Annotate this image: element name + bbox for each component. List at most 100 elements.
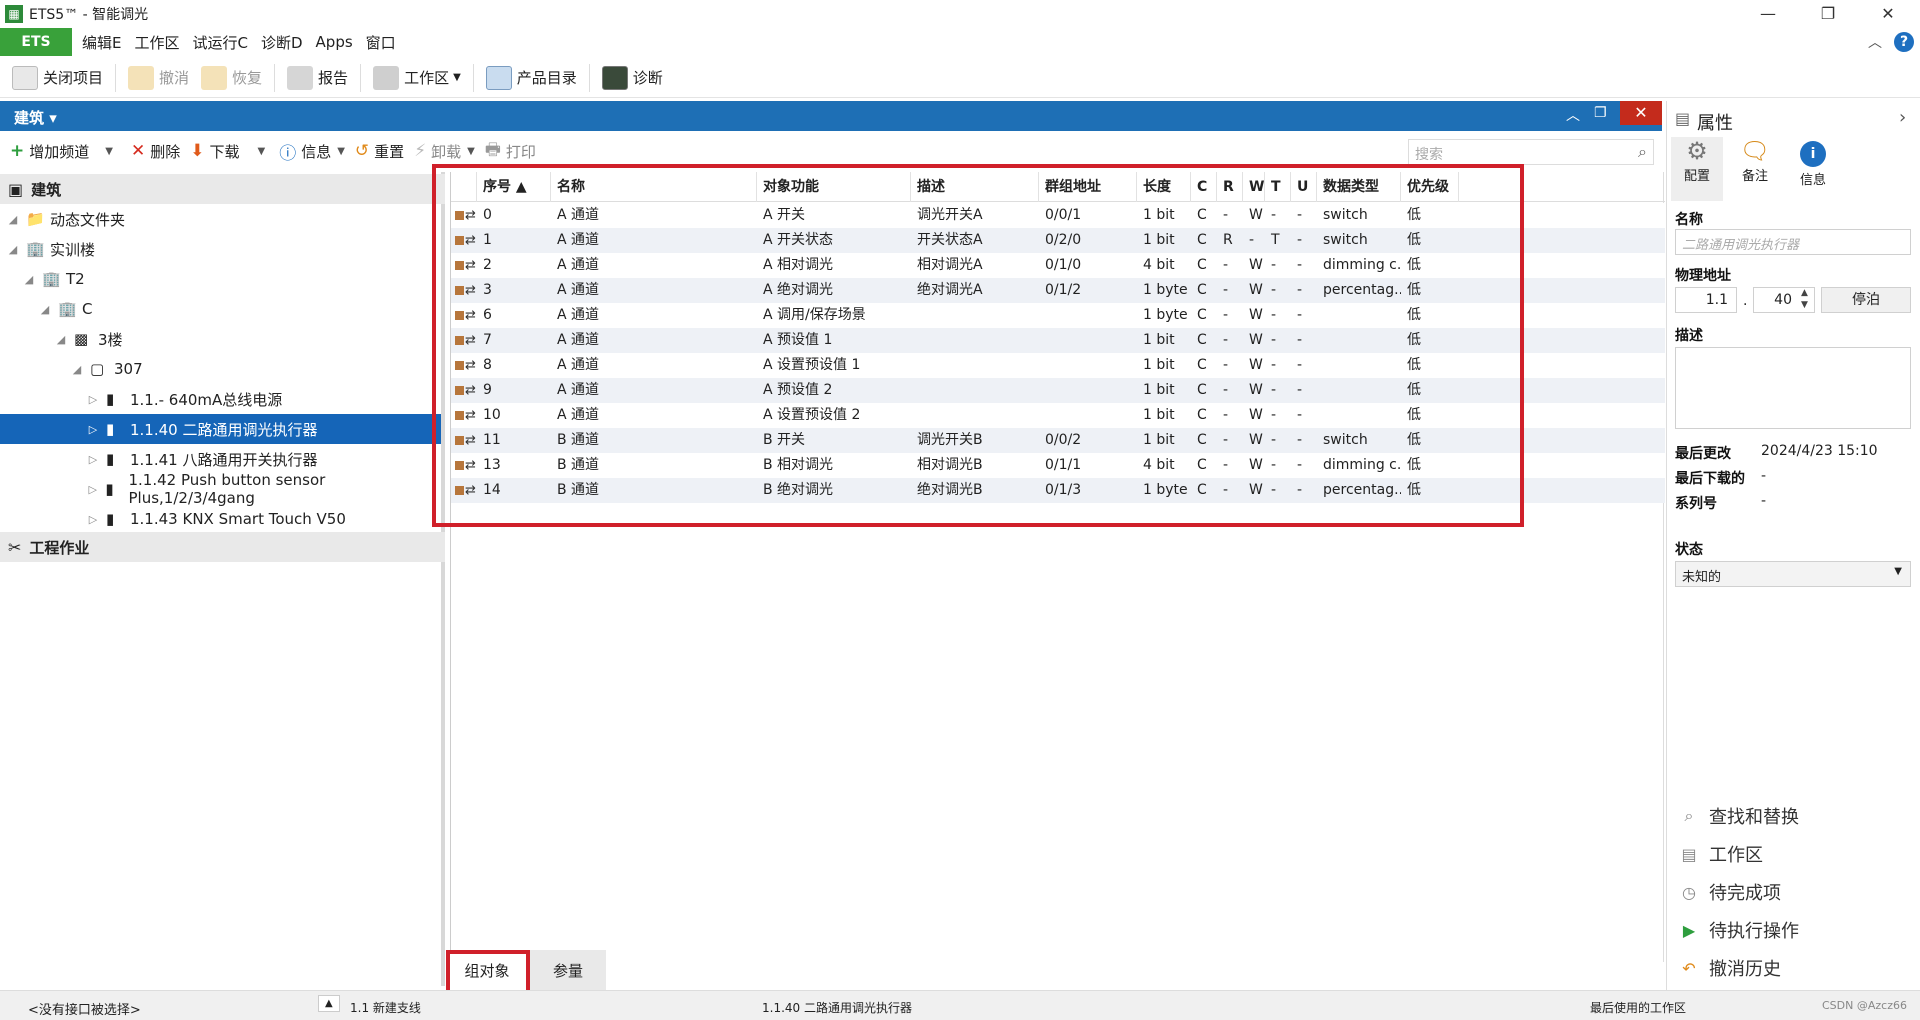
description-label: 描述 bbox=[1675, 328, 1703, 344]
tree-item[interactable]: ◢ 🏢 T2 bbox=[0, 264, 441, 294]
tree-item[interactable]: ◢ ▩ 3楼 bbox=[0, 324, 441, 354]
window-close-button[interactable]: ✕ bbox=[1860, 0, 1916, 28]
download-dropdown-icon[interactable]: ▼ bbox=[258, 146, 266, 157]
building-icon: 🏢 bbox=[26, 240, 45, 258]
workspace-link-label: 工作区 bbox=[1709, 845, 1763, 866]
tree-item[interactable]: ▷ ▮ 1.1.42 Push button sensor Plus,1/2/3/4… bbox=[0, 471, 441, 507]
window-title: ETS5™ - 智能调光 bbox=[29, 7, 149, 23]
menu-edit[interactable]: 编辑E bbox=[82, 32, 121, 53]
panel-close-button[interactable]: ✕ bbox=[1620, 101, 1662, 125]
tree-item-label: 1.1.41 八路通用开关执行器 bbox=[130, 450, 318, 469]
info-icon: i bbox=[1800, 141, 1826, 167]
stepper-arrows-icon[interactable]: ▲ ▼ bbox=[1801, 287, 1808, 311]
tab-info[interactable]: i 信息 bbox=[1785, 137, 1841, 201]
diagnose-button[interactable]: 诊断 bbox=[601, 65, 663, 90]
interface-up-icon[interactable]: ▲ bbox=[318, 995, 340, 1012]
building-panel-header: 建筑 ▾ ︿ ❐ ✕ bbox=[0, 101, 1662, 131]
last-download-label: 最后下载的 bbox=[1675, 471, 1745, 487]
menu-apps[interactable]: Apps bbox=[316, 33, 353, 51]
search-icon[interactable]: ⌕ bbox=[1638, 142, 1647, 162]
collapsed-arrow-icon[interactable]: ▷ bbox=[86, 423, 100, 436]
download-button[interactable]: ⬇ 下载 ▼ bbox=[190, 141, 265, 162]
panel-float-icon[interactable]: ❐ bbox=[1594, 105, 1607, 121]
description-textarea[interactable] bbox=[1675, 347, 1911, 429]
menu-window[interactable]: 窗口 bbox=[366, 32, 396, 53]
todo-link[interactable]: ◷ 待完成项 bbox=[1679, 879, 1781, 905]
print-button[interactable]: 🖶 打印 bbox=[485, 137, 536, 166]
search-input[interactable]: 搜索 ⌕ bbox=[1408, 139, 1654, 165]
tree-item-label: 1.1.- 640mA总线电源 bbox=[130, 390, 283, 409]
collapse-ribbon-icon[interactable]: ︿ bbox=[1868, 32, 1882, 52]
find-replace-link[interactable]: ⌕ 查找和替换 bbox=[1679, 803, 1799, 829]
tree-item-label: 1.1.42 Push button sensor Plus,1/2/3/4ga… bbox=[128, 471, 326, 507]
collapsed-arrow-icon[interactable]: ▷ bbox=[86, 513, 100, 526]
add-channel-dropdown-icon[interactable]: ▼ bbox=[105, 146, 113, 157]
tree-item[interactable]: ▷ ▮ 1.1.40 二路通用调光执行器 bbox=[0, 414, 441, 444]
collapsed-arrow-icon[interactable]: ▷ bbox=[86, 393, 100, 406]
close-project-button[interactable]: 关闭项目 bbox=[12, 65, 103, 90]
expanded-arrow-icon[interactable]: ◢ bbox=[54, 333, 68, 346]
menu-diagnostics[interactable]: 诊断D bbox=[261, 32, 303, 53]
redo-label: 恢复 bbox=[232, 69, 263, 87]
tree-item[interactable]: ▷ ▮ 1.1.- 640mA总线电源 bbox=[0, 384, 441, 414]
redo-button[interactable]: 恢复 bbox=[201, 65, 263, 90]
status-select[interactable]: 未知的 ▼ bbox=[1675, 561, 1911, 587]
workspace-link[interactable]: ▤ 工作区 bbox=[1679, 841, 1763, 867]
pending-operations-link[interactable]: ▶ 待执行操作 bbox=[1679, 917, 1799, 943]
add-channel-button[interactable]: + 增加频道 ▼ bbox=[10, 141, 113, 162]
unload-button[interactable]: ⚡ 卸载 ▼ bbox=[414, 141, 475, 162]
title-bar: ▦ ETS5™ - 智能调光 — ❐ ✕ bbox=[0, 0, 1920, 28]
tab-parameters[interactable]: 参量 bbox=[530, 950, 606, 992]
expanded-arrow-icon[interactable]: ◢ bbox=[22, 273, 36, 286]
tab-config[interactable]: ⚙ 配置 bbox=[1671, 137, 1723, 201]
workspace-label: 工作区 bbox=[404, 69, 450, 87]
tree-item[interactable]: ◢ ▢ 307 bbox=[0, 354, 441, 384]
tree-item[interactable]: ▷ ▮ 1.1.43 KNX Smart Touch V50 bbox=[0, 504, 441, 534]
building-view-selector[interactable]: 建筑 ▾ bbox=[14, 107, 57, 128]
download-arrow-icon: ⬇ bbox=[190, 141, 205, 161]
collapsed-arrow-icon[interactable]: ▷ bbox=[86, 483, 99, 496]
expanded-arrow-icon[interactable]: ◢ bbox=[38, 303, 52, 316]
help-icon[interactable]: ? bbox=[1894, 32, 1914, 52]
workspace-icon: ▤ bbox=[1681, 844, 1697, 864]
tree-item[interactable]: ◢ 🏢 C bbox=[0, 294, 441, 324]
menu-workspace[interactable]: 工作区 bbox=[134, 32, 179, 53]
expand-icon[interactable]: › bbox=[1899, 107, 1906, 128]
serial-label: 系列号 bbox=[1675, 496, 1717, 512]
menu-commissioning[interactable]: 试运行C bbox=[193, 32, 248, 53]
interface-status[interactable]: <没有接口被选择> bbox=[28, 999, 141, 1018]
park-button[interactable]: 停泊 bbox=[1821, 287, 1911, 313]
tree-item[interactable]: ◢ 📁 动态文件夹 bbox=[0, 204, 441, 234]
minimize-button[interactable]: — bbox=[1740, 0, 1796, 28]
expanded-arrow-icon[interactable]: ◢ bbox=[70, 363, 84, 376]
tree-item[interactable]: ◢ 🏢 实训楼 bbox=[0, 234, 441, 264]
main-toolbar: 关闭项目 撤消 恢复 报告 工作区 ▼ 产品目录 诊断 bbox=[0, 58, 1920, 98]
close-project-icon bbox=[12, 65, 38, 90]
ets-menu-button[interactable]: ETS bbox=[0, 28, 72, 56]
expanded-arrow-icon[interactable]: ◢ bbox=[6, 213, 20, 226]
tab-notes[interactable]: 🗨 备注 bbox=[1727, 137, 1783, 201]
workspace-button[interactable]: 工作区 ▼ bbox=[373, 65, 461, 90]
physical-address-line: 1.1 bbox=[1675, 287, 1737, 313]
delete-label: 删除 bbox=[150, 142, 181, 161]
unload-label: 卸载 bbox=[431, 142, 462, 161]
name-field[interactable]: 二路通用调光执行器 bbox=[1675, 229, 1911, 255]
maximize-button[interactable]: ❐ bbox=[1800, 0, 1856, 28]
tree-section-buildings[interactable]: ▣ 建筑 bbox=[0, 174, 445, 204]
report-button[interactable]: 报告 bbox=[287, 65, 348, 90]
print-label: 打印 bbox=[505, 142, 536, 161]
tree-section-project-work[interactable]: ✂ 工程作业 bbox=[0, 532, 445, 562]
expanded-arrow-icon[interactable]: ◢ bbox=[6, 243, 20, 256]
info-button[interactable]: ⓘ 信息 ▼ bbox=[279, 139, 345, 164]
delete-button[interactable]: ✕ 删除 bbox=[131, 141, 180, 162]
monitor-icon bbox=[601, 65, 628, 90]
undo-history-link[interactable]: ↶ 撤消历史 bbox=[1679, 955, 1781, 981]
undo-button[interactable]: 撤消 bbox=[128, 65, 189, 90]
building-icon: ▣ bbox=[8, 179, 24, 199]
device-icon: ▮ bbox=[106, 420, 115, 438]
catalog-button[interactable]: 产品目录 bbox=[485, 65, 577, 90]
tree-item[interactable]: ▷ ▮ 1.1.41 八路通用开关执行器 bbox=[0, 444, 441, 474]
reset-button[interactable]: ↺ 重置 bbox=[355, 141, 404, 162]
collapsed-arrow-icon[interactable]: ▷ bbox=[86, 453, 100, 466]
panel-collapse-icon[interactable]: ︿ bbox=[1566, 105, 1580, 125]
